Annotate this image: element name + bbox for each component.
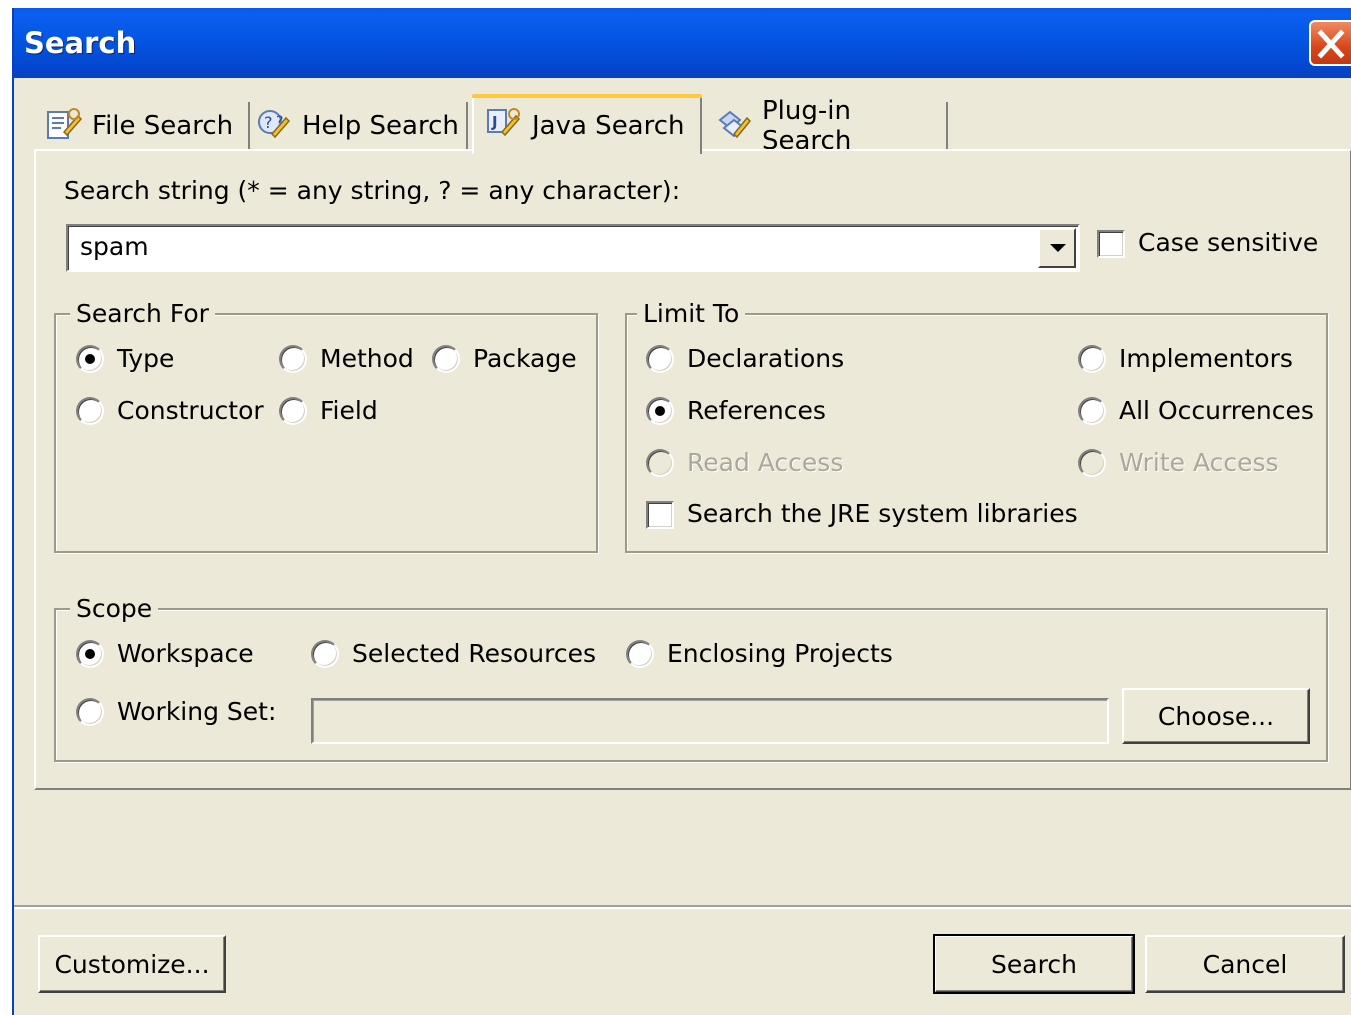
radio-label-declarations: Declarations [687, 344, 845, 373]
java-search-icon: J [487, 108, 521, 137]
customize-button[interactable]: Customize... [38, 935, 226, 993]
radio-workspace[interactable] [76, 640, 104, 668]
search-string-label: Search string (* = any string, ? = any c… [64, 176, 681, 205]
radio-selected-resources[interactable] [311, 640, 339, 668]
tab-java-search[interactable]: J Java Search [472, 94, 702, 154]
working-set-field[interactable] [311, 698, 1109, 744]
radio-label-references: References [687, 396, 826, 425]
plugin-search-icon [718, 110, 752, 139]
search-button[interactable]: Search [933, 934, 1135, 994]
window-title: Search [24, 26, 137, 60]
group-title: Scope [70, 594, 159, 623]
svg-text:J: J [491, 113, 498, 131]
tab-label: Help Search [302, 111, 459, 141]
case-sensitive-label: Case sensitive [1138, 228, 1319, 257]
button-bar-separator [14, 905, 1351, 909]
radio-read-access [646, 449, 674, 477]
file-search-icon [47, 108, 83, 139]
radio-working-set[interactable] [76, 698, 104, 726]
radio-label-field: Field [320, 396, 378, 425]
title-bar[interactable]: Search [14, 8, 1351, 78]
radio-enclosing-projects[interactable] [626, 640, 654, 668]
radio-all-occurrences[interactable] [1078, 397, 1106, 425]
search-string-value: spam [80, 232, 149, 261]
radio-write-access [1078, 449, 1106, 477]
radio-label-enclosing-projects: Enclosing Projects [667, 639, 893, 668]
group-title: Limit To [637, 299, 746, 328]
cancel-button[interactable]: Cancel [1145, 935, 1345, 993]
radio-references[interactable] [646, 397, 674, 425]
tab-help-search[interactable]: ? ? Help Search [254, 102, 468, 150]
radio-constructor[interactable] [76, 397, 104, 425]
tab-label: Plug-in Search [762, 96, 852, 156]
radio-label-read-access: Read Access [687, 448, 844, 477]
tab-file-search[interactable]: File Search [44, 102, 250, 150]
case-sensitive-checkbox[interactable] [1097, 230, 1125, 258]
radio-field[interactable] [279, 397, 307, 425]
radio-label-implementors: Implementors [1119, 344, 1293, 373]
radio-label-type: Type [117, 344, 175, 373]
radio-label-workspace: Workspace [117, 639, 254, 668]
close-button[interactable] [1309, 20, 1351, 66]
choose-button[interactable]: Choose... [1122, 688, 1310, 744]
radio-label-constructor: Constructor [117, 396, 264, 425]
radio-label-working-set: Working Set: [117, 697, 277, 726]
search-string-combo[interactable]: spam [66, 224, 1080, 272]
tab-label: File Search [92, 111, 234, 141]
group-title: Search For [70, 299, 215, 328]
radio-type[interactable] [76, 345, 104, 373]
radio-label-write-access: Write Access [1119, 448, 1279, 477]
jre-libraries-label: Search the JRE system libraries [687, 499, 1078, 528]
jre-libraries-checkbox[interactable] [646, 501, 674, 529]
combo-dropdown-button[interactable] [1038, 228, 1076, 268]
radio-label-package: Package [473, 344, 577, 373]
radio-method[interactable] [279, 345, 307, 373]
close-icon [1317, 29, 1345, 59]
radio-package[interactable] [432, 345, 460, 373]
radio-label-selected-resources: Selected Resources [352, 639, 596, 668]
radio-label-method: Method [320, 344, 414, 373]
radio-implementors[interactable] [1078, 345, 1106, 373]
radio-declarations[interactable] [646, 345, 674, 373]
svg-text:?: ? [264, 113, 273, 132]
help-search-icon: ? ? [258, 110, 291, 139]
tab-plugin-search[interactable]: Plug-in Search [708, 96, 948, 156]
tab-label: Java Search [532, 111, 685, 141]
radio-label-all-occurrences: All Occurrences [1119, 396, 1314, 425]
search-dialog: Search File Search ? ? Help Search J Jav… [12, 8, 1351, 1015]
